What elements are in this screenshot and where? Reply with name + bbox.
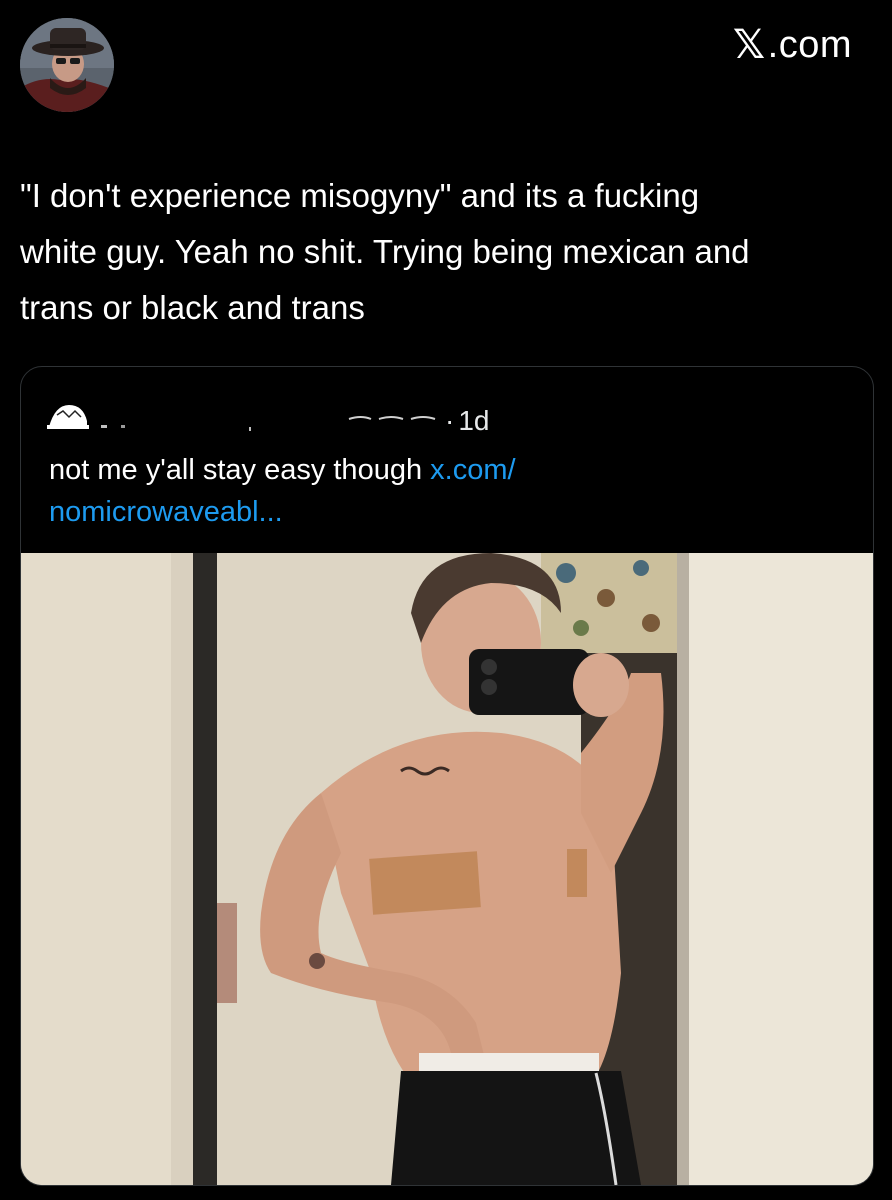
quoted-media-photo[interactable] xyxy=(21,553,873,1185)
mirror-selfie-photo xyxy=(21,553,873,1185)
quoted-text-body: not me y'all stay easy though xyxy=(49,454,431,486)
quoted-tweet-card[interactable]: · 1d not me y'all stay easy though x.com/… xyxy=(20,366,874,1186)
timestamp-separator: · xyxy=(445,405,455,436)
quoted-tweet-text: not me y'all stay easy though x.com/ nom… xyxy=(49,449,849,533)
avatar-image xyxy=(20,18,114,112)
brand-label: .com xyxy=(767,23,852,66)
quoted-tweet-header: · 1d xyxy=(47,401,747,441)
quoted-timestamp[interactable]: · 1d xyxy=(445,405,489,437)
timestamp-value: 1d xyxy=(458,405,490,436)
x-logo-icon: 𝕏 xyxy=(732,22,766,68)
avatar[interactable] xyxy=(20,18,114,112)
redacted-username xyxy=(99,411,439,433)
tweet-text: "I don't experience misogyny" and its a … xyxy=(20,177,750,326)
x-brand: 𝕏 .com xyxy=(733,22,852,68)
quoted-avatar-icon xyxy=(47,401,89,435)
